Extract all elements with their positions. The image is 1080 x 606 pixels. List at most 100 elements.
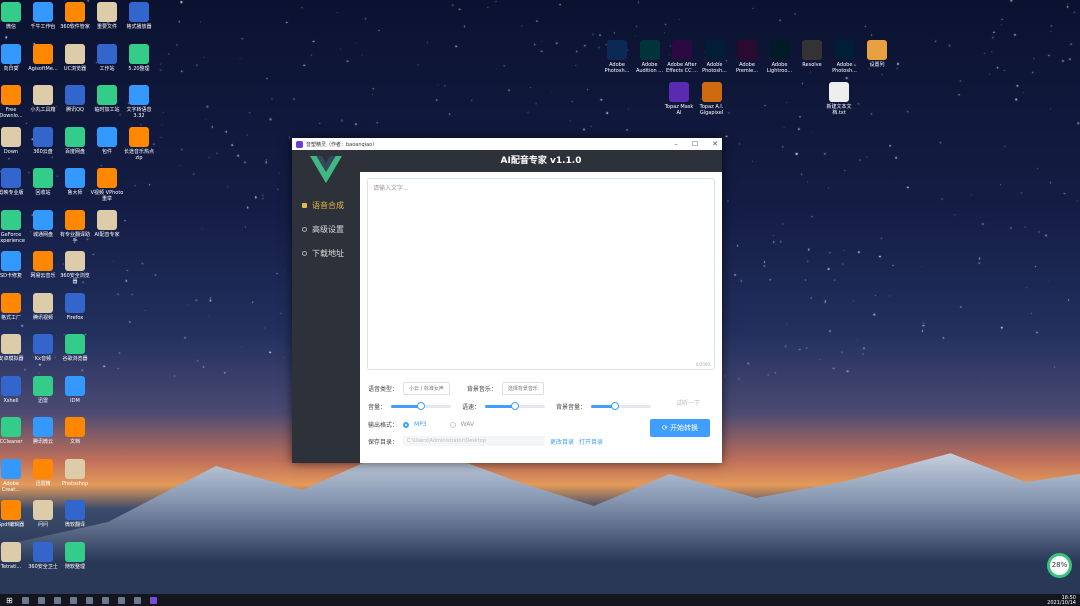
speed-slider[interactable] [485,402,546,410]
desktop-icon[interactable]: Tetrati... [0,541,28,570]
save-path-input[interactable]: C:\Users\Administrator\Desktop [403,436,546,446]
desktop-icon[interactable]: 设置列 [860,40,894,68]
taskbar-app-icon[interactable] [133,596,141,604]
desktop-icon[interactable]: 微软翻译 [58,500,92,528]
desktop-icon[interactable]: 鲁大师 [58,168,92,196]
taskbar-app-icon[interactable] [53,596,61,604]
minimize-button[interactable]: – [674,140,678,148]
desktop-icon[interactable]: 小丸工具箱 [26,85,60,113]
wav-radio[interactable] [449,421,456,428]
desktop-icon[interactable]: 网易云音乐 [26,251,60,279]
desktop-icon[interactable]: 临时加工站 [90,85,124,113]
desktop-icon[interactable]: 迅雷精 [26,458,60,487]
desktop-icon[interactable]: 工作站 [90,43,124,72]
change-dir-link[interactable]: 更改目录 [550,437,574,446]
text-input[interactable]: 请输入文字... 0/2000 [367,178,715,370]
desktop-icon[interactable]: 腾讯视频 [26,292,60,321]
desktop-icon[interactable]: Kx音频 [26,334,60,362]
voice-select[interactable]: 小云 / 标准女声 [403,382,450,395]
taskbar-app-icon[interactable] [37,596,45,604]
desktop-icon[interactable]: 迅雷 [26,375,60,404]
volume-slider[interactable] [391,402,452,410]
desktop-icon[interactable]: 腾讯微云 [26,417,60,445]
desktop-icon[interactable]: 格式播放器 [122,2,156,30]
close-button[interactable]: ✕ [712,140,718,148]
desktop-icon[interactable]: IDM [58,375,92,404]
desktop-icon[interactable]: AI配音专家 [90,209,124,238]
desktop-icon[interactable]: 城通网盘 [26,209,60,238]
desktop-icon[interactable]: Spdf编辑器 [0,500,28,528]
taskbar-app-icon[interactable] [21,596,29,604]
desktop-icon[interactable]: CCleaner [0,417,28,445]
cpu-gauge[interactable]: 28% [1047,553,1072,578]
desktop-icon[interactable]: 向日葵 [0,43,28,72]
mp3-radio[interactable] [403,421,410,428]
desktop-icon-label: Adobe Photosh... [604,62,630,74]
desktop-icon[interactable]: 剪映专业版 [0,168,28,196]
desktop-icon[interactable]: 360安全浏览器 [58,251,92,285]
desktop-icon[interactable]: Adobe Lightroo... [763,40,797,74]
listen-button[interactable]: 试听一下 [676,398,700,407]
desktop-icon[interactable]: 千牛工作台 [26,2,60,30]
taskbar-app-icon[interactable] [85,596,93,604]
desktop-icon[interactable]: Adobe Creat... [0,458,28,493]
desktop-icon[interactable]: 谷歌浏览器 [58,334,92,362]
desktop-icon[interactable]: UC浏览器 [58,43,92,72]
desktop-icon[interactable]: 5.20整理 [122,43,156,72]
desktop-icon[interactable]: 微信 [0,2,28,30]
desktop-icon[interactable]: 百度网盘 [58,126,92,155]
desktop-icon[interactable]: 随软整理 [58,541,92,570]
desktop-icon[interactable]: GeForce Experience [0,209,28,244]
desktop-icon-label: CCleaner [0,439,23,445]
taskbar-app-icon[interactable] [117,596,125,604]
desktop-icon-label: SD卡修复 [0,273,23,279]
desktop-icon[interactable]: Topaz A.I. Gigapixel [695,82,729,116]
desktop-icon[interactable]: Topaz Mask AI [662,82,696,116]
start-button[interactable]: ⟳ 开始转换 [650,419,710,437]
desktop-icon[interactable]: Adobe Photosh... [698,40,732,74]
desktop-icon[interactable]: Resolve [795,40,829,68]
desktop-icon[interactable]: 长途音乐热点zip [122,126,156,161]
desktop-icon[interactable]: 安卓模拟器 [0,334,28,362]
desktop-icon[interactable]: 格式工厂 [0,292,28,321]
sidebar-item-download[interactable]: 下载地址 [292,241,360,265]
bg-volume-slider[interactable] [591,402,652,410]
desktop-icon[interactable]: 新建文本文档.txt [822,82,856,116]
sidebar-item-speech-synthesis[interactable]: 语音合成 [292,193,360,217]
desktop-icon[interactable]: 360软件管家 [58,2,92,30]
desktop-icon[interactable]: Adobe Premie... [730,40,764,74]
desktop-icon[interactable]: 文档 [58,417,92,445]
desktop-icon[interactable]: Adobe After Effects CC ... [665,40,699,74]
desktop-icon[interactable]: 文字转语音3.32 [122,85,156,119]
maximize-button[interactable]: ☐ [692,140,698,148]
bgm-select[interactable]: 选择背景音乐 [501,382,544,395]
desktop-icon[interactable]: 腾讯QQ [58,85,92,113]
desktop-icon[interactable]: 包件 [90,126,124,155]
open-dir-link[interactable]: 打开目录 [579,437,603,446]
desktop-icon[interactable]: 重要文件 [90,2,124,30]
desktop-icon[interactable]: Adobe Photosh... [828,40,862,74]
desktop-icon[interactable]: Firefox [58,292,92,321]
clock[interactable]: 18:50 2021/10/14 [1047,596,1076,606]
start-icon[interactable]: ⊞ [6,596,13,605]
desktop-icon[interactable]: Free Downlo... [0,85,28,119]
desktop-icon[interactable]: SD卡修复 [0,251,28,279]
taskbar-app-icon[interactable] [149,596,157,604]
taskbar-app-icon[interactable] [101,596,109,604]
desktop-icon[interactable]: Xshell [0,375,28,404]
desktop-icon[interactable]: AgisoftMe... [26,43,60,72]
desktop-icon[interactable]: 问问 [26,500,60,528]
desktop-icon[interactable]: 回收站 [26,168,60,196]
sidebar-item-advanced-settings[interactable]: 高级设置 [292,217,360,241]
taskbar-app-icon[interactable] [69,596,77,604]
desktop-icon[interactable]: 360安全卫士 [26,541,60,570]
desktop-icon[interactable]: V视频 VPhoto重举 [90,168,124,202]
desktop-icon[interactable]: Adobe Audition ... [633,40,667,74]
desktop-icon[interactable]: Adobe Photosh... [600,40,634,74]
desktop-icon[interactable]: 360云盘 [26,126,60,155]
desktop-icon[interactable]: Down [0,126,28,155]
app-window: 音塑精灵（作者：baoanqiao） – ☐ ✕ 语音合成 高级设置 下载地址 … [292,138,722,463]
desktop-icon[interactable]: 有专业翻译助手 [58,209,92,244]
title-bar[interactable]: 音塑精灵（作者：baoanqiao） – ☐ ✕ [292,138,722,150]
desktop-icon[interactable]: Photoshop [58,458,92,487]
